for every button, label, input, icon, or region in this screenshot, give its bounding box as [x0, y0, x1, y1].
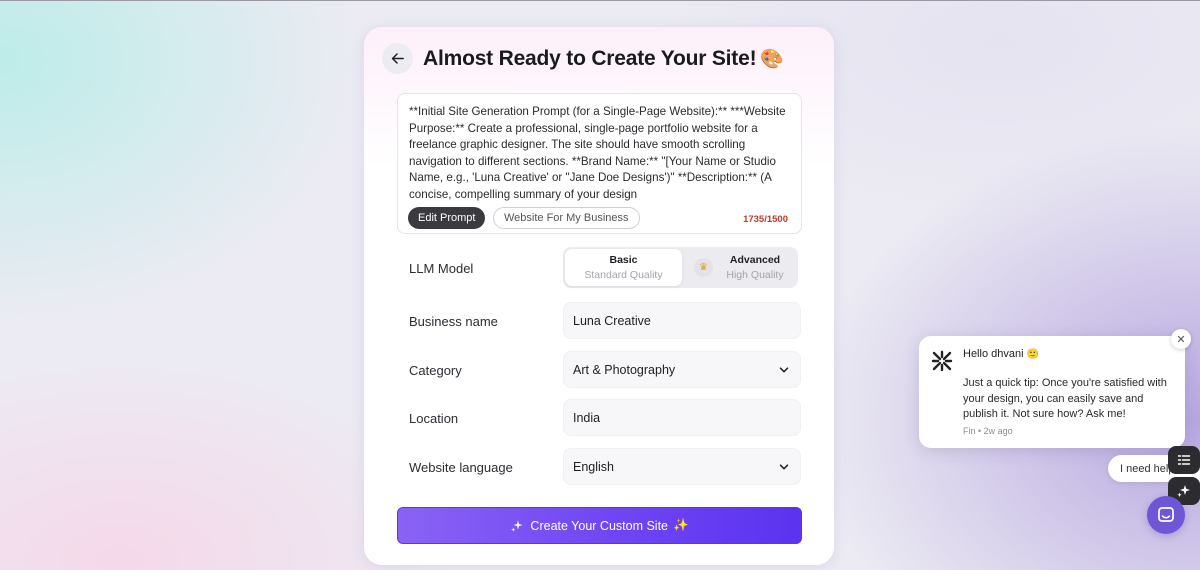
model-option-advanced[interactable]: ♛ Advanced High Quality: [684, 249, 796, 286]
chat-message-card[interactable]: Hello dhvani 🙂 Just a quick tip: Once yo…: [919, 336, 1185, 448]
arrow-left-icon: [391, 53, 404, 64]
crown-icon: ♛: [694, 258, 713, 277]
window-top-border: [0, 0, 1200, 1]
model-advanced-subtitle: High Quality: [726, 269, 784, 281]
location-label: Location: [409, 411, 459, 426]
fin-logo-icon: [931, 350, 953, 372]
website-language-value: English: [573, 459, 614, 474]
chat-greeting: Hello dhvani 🙂: [963, 348, 1039, 360]
business-name-value: Luna Creative: [573, 313, 651, 328]
location-input[interactable]: India: [563, 399, 801, 436]
website-language-select[interactable]: English: [563, 448, 801, 485]
create-site-card: Almost Ready to Create Your Site! 🎨 **Ini…: [364, 27, 834, 565]
create-custom-site-button[interactable]: Create Your Custom Site ✨: [397, 507, 802, 544]
website-language-label: Website language: [409, 460, 513, 475]
prompt-editor[interactable]: **Initial Site Generation Prompt (for a …: [397, 93, 802, 234]
close-icon[interactable]: ✕: [1171, 329, 1191, 349]
chevron-down-icon: [779, 367, 789, 373]
chat-meta: Fin • 2w ago: [963, 426, 1013, 436]
chat-greeting-text: Hello dhvani: [963, 348, 1024, 360]
category-value: Art & Photography: [573, 362, 676, 377]
business-name-label: Business name: [409, 314, 498, 329]
notes-button[interactable]: [1168, 446, 1200, 474]
chat-launcher-button[interactable]: [1147, 496, 1185, 534]
model-basic-subtitle: Standard Quality: [584, 269, 663, 281]
chevron-down-icon: [779, 464, 789, 470]
llm-model-label: LLM Model: [409, 261, 474, 276]
category-select[interactable]: Art & Photography: [563, 351, 801, 388]
page-title: Almost Ready to Create Your Site! 🎨: [423, 47, 784, 71]
business-name-input[interactable]: Luna Creative: [563, 302, 801, 339]
palette-emoji: 🎨: [760, 49, 784, 70]
sparkle-icon: [511, 520, 523, 532]
create-button-label: Create Your Custom Site: [530, 518, 668, 533]
sparkle-icon: [1177, 485, 1190, 498]
model-option-basic[interactable]: Basic Standard Quality: [565, 249, 682, 286]
list-icon: [1177, 455, 1191, 465]
model-basic-title: Basic: [609, 254, 638, 266]
character-counter: 1735/1500: [743, 214, 788, 225]
edit-prompt-button[interactable]: Edit Prompt: [408, 207, 486, 229]
chat-icon: [1158, 507, 1174, 522]
category-label: Category: [409, 363, 462, 378]
model-advanced-title: Advanced: [729, 254, 781, 266]
page-title-text: Almost Ready to Create Your Site!: [423, 47, 757, 70]
location-value: India: [573, 410, 601, 425]
website-for-business-chip[interactable]: Website For My Business: [493, 207, 640, 229]
prompt-text[interactable]: **Initial Site Generation Prompt (for a …: [409, 104, 794, 204]
back-button[interactable]: [382, 43, 413, 74]
chat-message-text: Just a quick tip: Once you're satisfied …: [963, 377, 1167, 420]
smile-emoji: 🙂: [1026, 349, 1040, 360]
llm-model-toggle[interactable]: Basic Standard Quality ♛ Advanced High Q…: [563, 247, 798, 288]
sparkles-emoji: ✨: [673, 518, 689, 532]
